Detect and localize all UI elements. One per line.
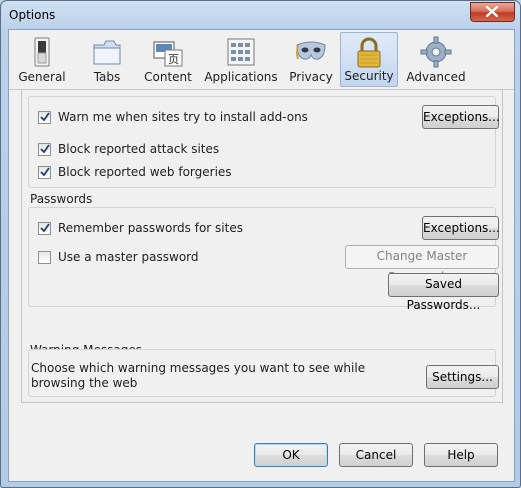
addons-exceptions-button[interactable]: Exceptions... xyxy=(422,105,500,129)
tabs-icon xyxy=(93,40,121,65)
pane-advanced[interactable]: Advanced xyxy=(403,32,469,87)
pane-label: Privacy xyxy=(289,70,333,84)
block-forgeries-label: Block reported web forgeries xyxy=(58,165,232,179)
change-master-password-button[interactable]: Change Master Password... xyxy=(345,245,499,284)
pane-security[interactable]: Security xyxy=(340,32,398,87)
warn-addons-checkbox[interactable] xyxy=(38,111,51,124)
content-icon: 页 xyxy=(153,41,183,67)
checkmark-icon xyxy=(40,144,50,154)
passwords-heading: Passwords xyxy=(30,192,93,206)
window-title: Options xyxy=(9,8,56,22)
saved-passwords-button[interactable]: Saved Passwords... xyxy=(388,273,499,312)
gear-icon xyxy=(420,36,452,68)
block-forgeries-checkbox[interactable] xyxy=(38,166,51,179)
pane-toolbar: General Tabs 页 Content Applications Priv… xyxy=(9,30,514,90)
pane-applications[interactable]: Applications xyxy=(201,32,281,87)
title-bar[interactable]: Options xyxy=(1,1,520,29)
block-attack-label: Block reported attack sites xyxy=(58,142,220,156)
close-icon xyxy=(486,6,498,17)
pane-label: Applications xyxy=(204,70,278,84)
pane-general[interactable]: General xyxy=(13,32,71,87)
close-button[interactable] xyxy=(470,2,515,22)
options-window: Options General Tabs 页 Content Applicati… xyxy=(0,0,521,488)
warnings-group: Choose which warning messages you want t… xyxy=(28,349,499,397)
remember-passwords-checkbox[interactable] xyxy=(38,222,51,235)
pane-tabs[interactable]: Tabs xyxy=(81,32,133,87)
security-group: Warn me when sites try to install add-on… xyxy=(28,96,500,188)
pane-label: Tabs xyxy=(93,70,121,84)
passwords-group: Remember passwords for sites Exceptions.… xyxy=(28,207,500,312)
checkmark-icon xyxy=(40,223,50,233)
privacy-mask-icon xyxy=(296,41,326,60)
pane-label: Advanced xyxy=(406,70,466,84)
warning-settings-button[interactable]: Settings... xyxy=(426,365,499,389)
dialog-client: General Tabs 页 Content Applications Priv… xyxy=(8,29,515,482)
svg-text:页: 页 xyxy=(168,53,179,66)
security-panel: Warn me when sites try to install add-on… xyxy=(21,89,503,403)
checkmark-icon xyxy=(40,112,50,122)
padlock-icon xyxy=(357,37,381,68)
pane-privacy[interactable]: Privacy xyxy=(285,32,337,87)
remember-passwords-label: Remember passwords for sites xyxy=(58,221,243,235)
pane-label: Content xyxy=(144,70,192,84)
master-password-checkbox[interactable] xyxy=(38,251,51,264)
ok-button[interactable]: OK xyxy=(254,443,328,467)
pane-label: Security xyxy=(344,69,394,83)
general-switch-icon xyxy=(34,37,50,67)
cancel-button[interactable]: Cancel xyxy=(339,443,413,467)
block-attack-checkbox[interactable] xyxy=(38,143,51,156)
help-button[interactable]: Help xyxy=(424,443,498,467)
pane-label: General xyxy=(18,70,66,84)
pane-content[interactable]: 页 Content xyxy=(139,32,197,87)
warnings-description: Choose which warning messages you want t… xyxy=(31,361,366,390)
warn-addons-label: Warn me when sites try to install add-on… xyxy=(58,110,308,124)
applications-icon xyxy=(227,38,255,66)
checkmark-icon xyxy=(40,167,50,177)
master-password-label: Use a master password xyxy=(58,250,199,264)
password-exceptions-button[interactable]: Exceptions... xyxy=(422,216,500,240)
